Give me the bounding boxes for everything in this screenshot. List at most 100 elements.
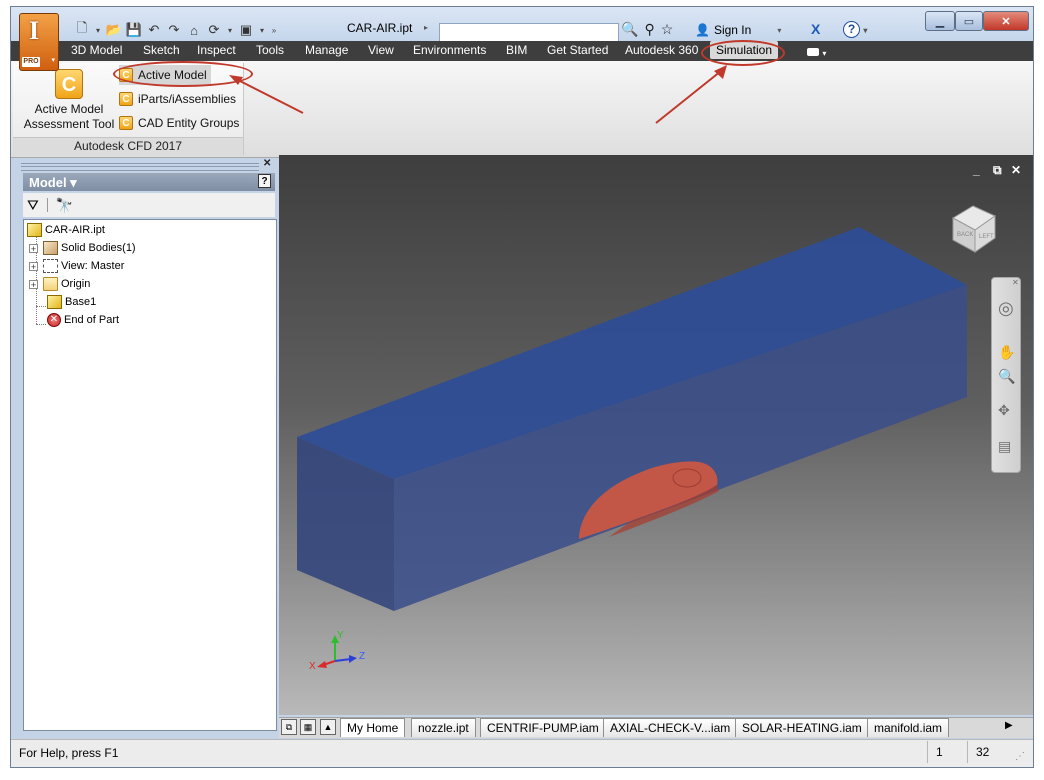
look-at-icon[interactable]: ▤ <box>998 438 1011 455</box>
tab-list-up-icon[interactable]: ▲ <box>320 719 336 735</box>
search-binoculars-icon[interactable]: 🔍 <box>621 21 638 38</box>
tab-view[interactable]: View <box>368 43 394 59</box>
cad-entity-groups-button[interactable]: C CAD Entity Groups <box>119 113 239 133</box>
pan-hand-icon[interactable]: ✋ <box>998 344 1015 361</box>
tile-windows-icon[interactable]: ▦ <box>300 719 316 735</box>
doc-tab-solar-heating[interactable]: SOLAR-HEATING.iam <box>735 718 869 737</box>
resize-grip-icon[interactable]: ⋰ <box>1015 751 1025 762</box>
sign-in-label: Sign In <box>713 23 752 37</box>
cfd-icon: C <box>119 116 133 130</box>
tab-scroll-right-icon[interactable]: ▶ <box>1005 720 1013 731</box>
navigation-bar: ✕ ◎ ✋ 🔍 ✥ ▤ <box>991 277 1021 473</box>
viewport-restore-icon[interactable]: ⧉ <box>993 163 1002 178</box>
update-dropdown-icon[interactable]: ▾ <box>225 21 235 39</box>
navbar-close-icon[interactable]: ✕ <box>1012 278 1019 287</box>
doc-tab-nozzle[interactable]: nozzle.ipt <box>411 718 476 737</box>
ribbon-display-options-icon[interactable]: ▾ <box>807 45 833 58</box>
sign-in-button[interactable]: 👤 Sign In ▾ <box>695 23 781 37</box>
solid-bodies-icon <box>43 241 58 255</box>
app-menu-dropdown-icon: ▾ <box>51 57 55 64</box>
tab-tools[interactable]: Tools <box>256 43 284 59</box>
save-icon[interactable]: 💾 <box>125 21 143 39</box>
tree-item-end-of-part[interactable]: ✕ End of Part <box>47 311 119 329</box>
undo-icon[interactable]: ↶ <box>145 21 163 39</box>
subscription-icon[interactable]: ⚲ <box>644 21 654 38</box>
annotation-outline-simulation <box>701 40 785 66</box>
new-file-icon[interactable]: 🗋 <box>73 20 91 39</box>
doc-tab-my-home[interactable]: My Home <box>340 718 406 737</box>
infocenter-expand-icon[interactable]: ▸ <box>424 23 434 41</box>
viewcube-back-label: BACK <box>957 232 973 238</box>
tree-item-view-master[interactable]: + View: Master <box>29 257 124 275</box>
close-button[interactable]: ✕ <box>983 11 1029 31</box>
more-chevron-icon[interactable]: » <box>269 21 279 39</box>
cfd-logo-icon[interactable]: C <box>55 69 83 99</box>
cascade-windows-icon[interactable]: ⧉ <box>281 719 297 735</box>
tree-item-solid-bodies[interactable]: + Solid Bodies(1) <box>29 239 136 257</box>
filter-icon[interactable]: ⛛ <box>27 197 39 214</box>
tree-label: End of Part <box>64 314 120 326</box>
active-model-assessment-tool-button[interactable]: Active Model Assessment Tool <box>17 102 121 132</box>
browser-title-dropdown[interactable]: Model ▾ <box>29 175 77 191</box>
edition-badge: PRO <box>22 57 40 67</box>
tab-environments[interactable]: Environments <box>413 43 486 59</box>
tree-label: Origin <box>61 278 91 290</box>
browser-close-icon[interactable]: ✕ <box>263 158 271 169</box>
steering-wheel-icon[interactable]: ◎ <box>998 298 1014 319</box>
tab-get-started[interactable]: Get Started <box>547 43 608 59</box>
iparts-iassemblies-button[interactable]: C iParts/iAssemblies <box>119 89 236 109</box>
open-folder-icon[interactable]: 📂 <box>105 21 123 39</box>
maximize-button[interactable]: ▭ <box>955 11 983 31</box>
find-binoculars-icon[interactable]: 🔭 <box>56 197 73 214</box>
doc-tab-axial-check[interactable]: AXIAL-CHECK-V...iam <box>603 718 738 737</box>
application-menu-button[interactable]: I PRO ▾ <box>19 13 59 71</box>
doc-tab-centrif-pump[interactable]: CENTRIF-PUMP.iam <box>480 718 606 737</box>
extrusion-icon <box>47 295 62 309</box>
folder-icon <box>43 277 58 291</box>
select-dropdown-icon[interactable]: ▾ <box>257 21 267 39</box>
inventor-logo-letter: I <box>29 16 40 45</box>
tab-manage[interactable]: Manage <box>305 43 348 59</box>
redo-icon[interactable]: ↷ <box>165 21 183 39</box>
browser-help-icon[interactable]: ? <box>258 174 271 188</box>
status-bar <box>11 739 1033 767</box>
viewport-minimize-icon[interactable]: _ <box>973 163 980 177</box>
tab-autodesk-360[interactable]: Autodesk 360 <box>625 43 698 59</box>
tab-3d-model[interactable]: 3D Model <box>71 43 122 59</box>
home-icon[interactable]: ⌂ <box>185 21 203 39</box>
new-dropdown-icon[interactable]: ▾ <box>93 21 103 39</box>
browser-grip[interactable] <box>21 163 259 171</box>
select-filter-icon[interactable]: ▣ <box>237 21 255 39</box>
help-button[interactable]: ? ▾ <box>843 21 869 39</box>
zoom-icon[interactable]: 🔍 <box>998 368 1015 385</box>
expand-plus-icon[interactable]: + <box>29 279 38 289</box>
infocenter-search-input[interactable] <box>439 23 619 43</box>
tab-bim[interactable]: BIM <box>506 43 527 59</box>
doc-tab-manifold[interactable]: manifold.iam <box>867 718 950 737</box>
triad-x-label: X <box>309 661 316 672</box>
tree-label: CAR-AIR.ipt <box>45 224 105 236</box>
update-icon[interactable]: ⟳ <box>205 21 223 39</box>
model-scene[interactable] <box>279 155 1033 715</box>
favorites-star-icon[interactable]: ☆ <box>661 21 674 38</box>
viewport-close-icon[interactable]: ✕ <box>1011 163 1021 177</box>
orbit-icon[interactable]: ✥ <box>998 402 1010 419</box>
expand-plus-icon[interactable]: + <box>29 243 38 253</box>
tree-item-origin[interactable]: + Origin <box>29 275 90 293</box>
tree-item-base1[interactable]: Base1 <box>47 293 96 311</box>
tab-sketch[interactable]: Sketch <box>143 43 180 59</box>
sign-in-dropdown-icon[interactable]: ▾ <box>777 26 781 35</box>
view-rep-icon <box>43 259 58 273</box>
viewcube[interactable]: BACK LEFT <box>949 202 999 254</box>
status-help-text: For Help, press F1 <box>19 746 119 760</box>
tree-label: View: Master <box>61 260 125 272</box>
tree-item-root[interactable]: CAR-AIR.ipt <box>27 221 105 239</box>
tree-connector <box>36 324 46 325</box>
help-icon: ? <box>843 21 860 38</box>
exchange-apps-icon[interactable]: X <box>811 21 827 37</box>
cad-entity-groups-label: CAD Entity Groups <box>138 116 240 130</box>
expand-plus-icon[interactable]: + <box>29 261 38 271</box>
minimize-button[interactable]: ▁ <box>925 11 955 31</box>
tab-inspect[interactable]: Inspect <box>197 43 236 59</box>
tree-label: Base1 <box>65 296 97 308</box>
